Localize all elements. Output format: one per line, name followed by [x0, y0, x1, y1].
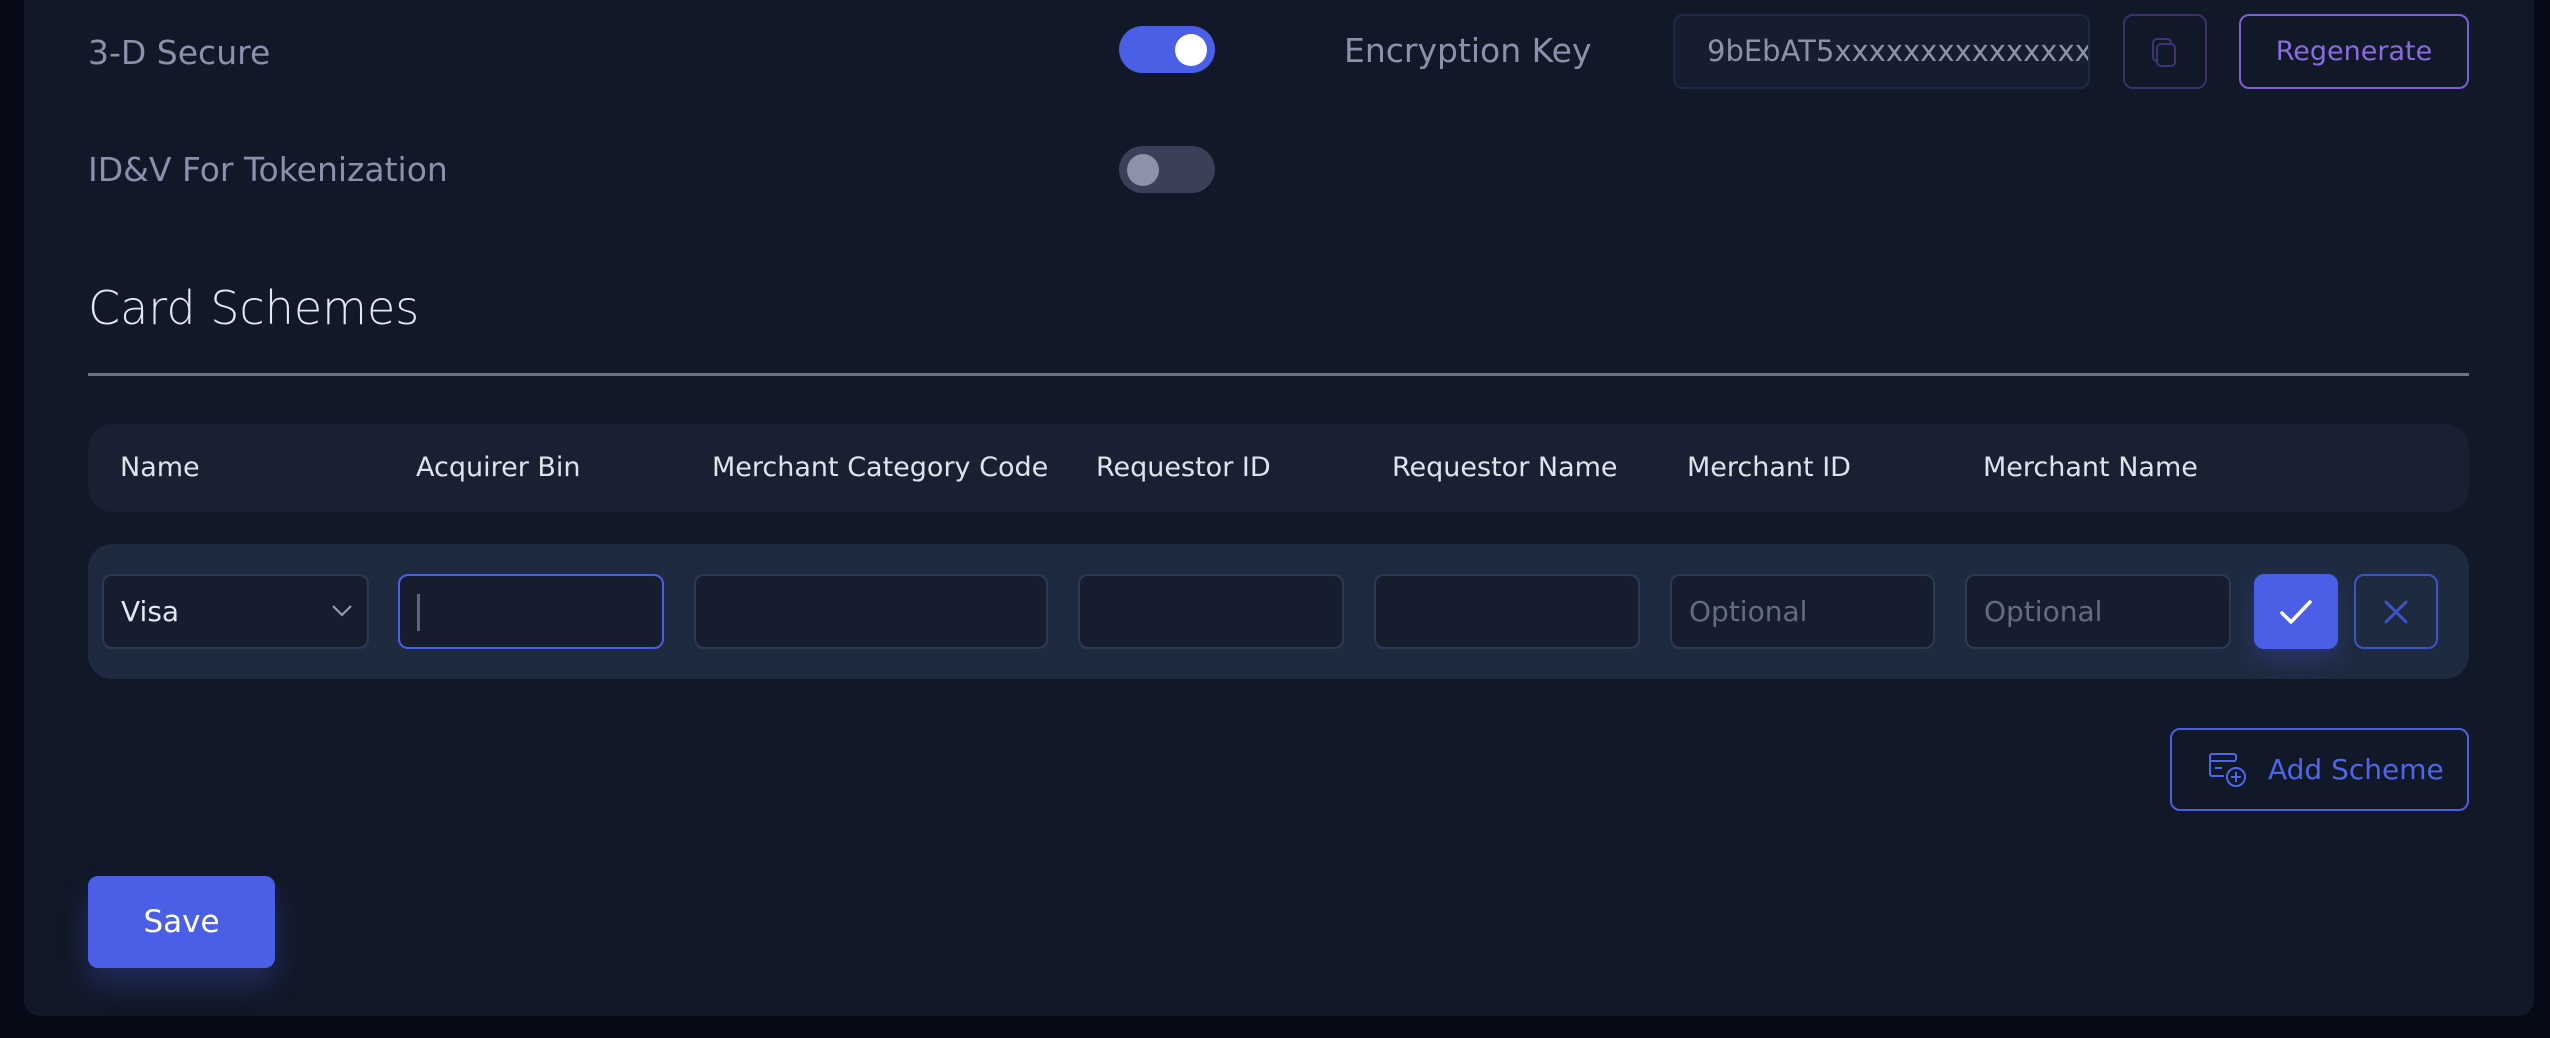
schemes-table-header: Name Acquirer Bin Merchant Category Code… — [88, 424, 2469, 512]
encryption-key-field[interactable]: 9bEbAT5xxxxxxxxxxxxxxx — [1673, 14, 2090, 89]
three-d-secure-label: 3-D Secure — [88, 33, 271, 72]
card-schemes-title: Card Schemes — [88, 281, 420, 335]
column-header-requestor-id: Requestor ID — [1096, 452, 1271, 483]
toggle-knob — [1175, 34, 1207, 66]
check-icon — [2280, 599, 2312, 624]
column-header-acquirer-bin: Acquirer Bin — [416, 452, 581, 483]
card-add-icon — [2209, 753, 2246, 787]
acquirer-bin-input[interactable] — [398, 574, 664, 649]
save-button[interactable]: Save — [88, 876, 275, 968]
column-header-merchant-id: Merchant ID — [1687, 452, 1851, 483]
chevron-down-icon — [332, 605, 352, 617]
scheme-name-select[interactable]: Visa — [102, 574, 369, 649]
idv-tokenization-toggle[interactable] — [1119, 146, 1215, 193]
merchant-name-placeholder: Optional — [1984, 595, 2103, 628]
merchant-name-input[interactable]: Optional — [1965, 574, 2231, 649]
merchant-id-input[interactable]: Optional — [1670, 574, 1935, 649]
cancel-scheme-button[interactable] — [2354, 574, 2438, 649]
column-header-merchant-category-code: Merchant Category Code — [712, 452, 1049, 483]
idv-tokenization-label: ID&V For Tokenization — [88, 150, 448, 189]
column-header-merchant-name: Merchant Name — [1983, 452, 2198, 483]
add-scheme-label: Add Scheme — [2268, 753, 2444, 786]
copy-key-button[interactable] — [2123, 14, 2207, 89]
copy-icon — [2152, 37, 2176, 67]
merchant-category-code-input[interactable] — [694, 574, 1048, 649]
close-icon — [2384, 600, 2408, 623]
requestor-name-input[interactable] — [1374, 574, 1640, 649]
merchant-id-placeholder: Optional — [1689, 595, 1808, 628]
regenerate-button[interactable]: Regenerate — [2239, 14, 2469, 89]
section-divider — [88, 373, 2469, 376]
toggle-knob — [1127, 154, 1159, 186]
three-d-secure-toggle[interactable] — [1119, 26, 1215, 73]
text-cursor — [417, 594, 420, 631]
column-header-requestor-name: Requestor Name — [1392, 452, 1618, 483]
scheme-edit-row: Visa Optional Optional — [88, 544, 2469, 679]
encryption-key-label: Encryption Key — [1344, 31, 1592, 70]
add-scheme-button[interactable]: Add Scheme — [2170, 728, 2469, 811]
requestor-id-input[interactable] — [1078, 574, 1344, 649]
confirm-scheme-button[interactable] — [2254, 574, 2338, 649]
scheme-name-value: Visa — [121, 595, 180, 628]
column-header-name: Name — [120, 452, 200, 483]
